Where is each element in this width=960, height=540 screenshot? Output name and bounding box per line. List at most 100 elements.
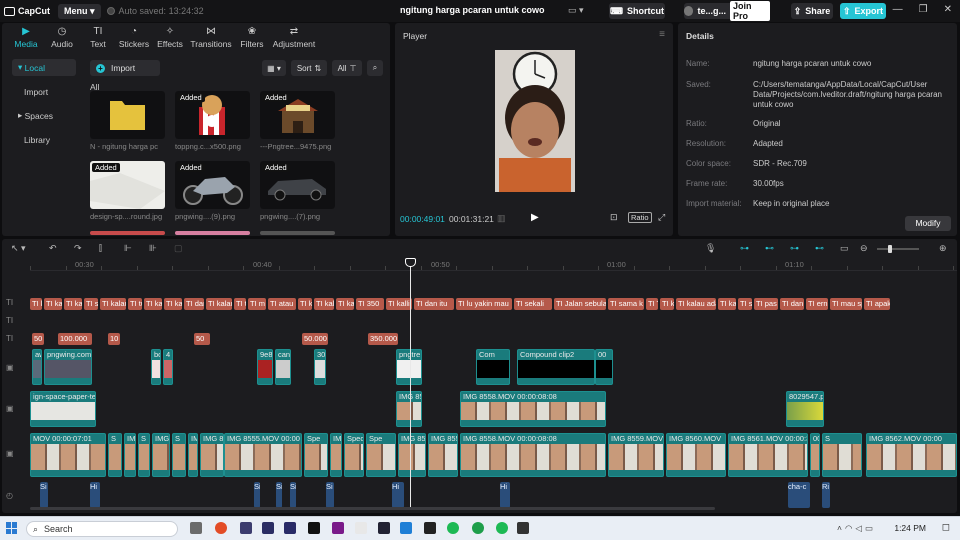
split-right-icon[interactable]: ⊪ bbox=[149, 243, 157, 254]
audio-clip[interactable]: Hi bbox=[90, 482, 100, 508]
after-effects-icon[interactable] bbox=[284, 522, 296, 534]
export-button[interactable]: ⇧ Export bbox=[840, 3, 886, 19]
video-clip[interactable]: 00:00 bbox=[810, 433, 820, 477]
video-clip[interactable]: IMG 8557 bbox=[398, 433, 426, 477]
telegram-icon[interactable] bbox=[400, 522, 412, 534]
text-clip[interactable]: TI sekali bbox=[514, 298, 552, 310]
text-clip[interactable]: TI 350 bbox=[356, 298, 384, 310]
taskbar-search[interactable]: ⌕ Search bbox=[26, 521, 178, 537]
text-clip[interactable]: 100.000 bbox=[58, 333, 92, 345]
tab-transitions[interactable]: ⋈ Transitions bbox=[188, 23, 234, 51]
modify-button[interactable]: Modify bbox=[905, 216, 951, 231]
audio-clip[interactable]: Hi bbox=[500, 482, 510, 508]
video-clip[interactable]: MOV 00:00:07:01 bbox=[30, 433, 106, 477]
video-clip[interactable]: 00 bbox=[595, 349, 613, 385]
chrome-icon[interactable] bbox=[215, 522, 227, 534]
linkage-icon[interactable]: ⊶ bbox=[790, 243, 799, 254]
minimize-icon[interactable]: — bbox=[893, 4, 903, 15]
text-clip[interactable]: TI dan bbox=[184, 298, 204, 310]
illustrator-icon[interactable] bbox=[332, 522, 344, 534]
playhead-line[interactable] bbox=[410, 262, 411, 507]
nav-library[interactable]: Library bbox=[12, 131, 76, 148]
maximize-icon[interactable]: ❐ bbox=[919, 4, 928, 15]
view-toggle[interactable]: ▦ ▾ bbox=[262, 60, 286, 76]
text-clip[interactable]: TI kal bbox=[660, 298, 674, 310]
tab-adjustment[interactable]: ⇄ Adjustment bbox=[270, 23, 318, 51]
layout-icon[interactable]: ▭ ▾ bbox=[568, 5, 584, 16]
tab-stickers[interactable]: ◔ Stickers bbox=[116, 23, 152, 51]
audio-clip[interactable]: Ri bbox=[822, 482, 830, 508]
battery-icon[interactable]: ▭ bbox=[865, 523, 876, 533]
whatsapp-icon[interactable] bbox=[472, 522, 484, 534]
text-clip[interactable]: TI lu yakin mau bbox=[456, 298, 512, 310]
video-clip[interactable]: pngwing.com bbox=[44, 349, 92, 385]
tab-audio[interactable]: ◷ Audio bbox=[44, 23, 80, 51]
zoom-slider[interactable] bbox=[877, 248, 919, 250]
video-clip[interactable]: ign-space-paper-te bbox=[30, 391, 96, 427]
premiere-icon[interactable] bbox=[308, 522, 320, 534]
audio-clip[interactable]: Si bbox=[254, 482, 260, 508]
shortcut-button[interactable]: ⌨ Shortcut bbox=[609, 3, 665, 19]
time-ruler[interactable]: 00:30 00:40 00:50 01:00 01:10 bbox=[30, 259, 957, 271]
video-clip[interactable]: IMG 8558.MOV 00:00:08:08 bbox=[460, 391, 606, 427]
volume-icon[interactable]: ◁ bbox=[855, 523, 865, 533]
spotify-icon[interactable] bbox=[447, 522, 459, 534]
text-clip[interactable]: TI tu bbox=[128, 298, 142, 310]
text-clip[interactable]: TI kal bbox=[718, 298, 736, 310]
video-clip[interactable]: IMG 8557 bbox=[428, 433, 458, 477]
windows-start-icon[interactable] bbox=[6, 522, 18, 534]
tab-media[interactable]: ▶ Media bbox=[8, 23, 44, 51]
text-clip[interactable]: TI kalau ada bbox=[676, 298, 716, 310]
text-clip[interactable]: TI T bbox=[646, 298, 658, 310]
text-clip[interactable]: 10 bbox=[108, 333, 120, 345]
share-button[interactable]: ⇪ Share bbox=[791, 3, 833, 19]
nav-local[interactable]: ▾ Local bbox=[12, 59, 76, 76]
video-clip[interactable]: IMG bbox=[188, 433, 198, 477]
media-thumbnail[interactable] bbox=[175, 231, 250, 235]
wifi-icon[interactable]: ◠ bbox=[845, 523, 855, 533]
media-thumbnail[interactable] bbox=[90, 91, 165, 139]
import-button[interactable]: + Import bbox=[90, 60, 160, 76]
video-clip[interactable]: Com bbox=[476, 349, 510, 385]
video-clip[interactable]: IMG bbox=[124, 433, 136, 477]
video-clip[interactable]: 9e8f bbox=[257, 349, 273, 385]
video-clip[interactable]: IMG 855 bbox=[396, 391, 422, 427]
video-clip[interactable]: Compound clip2 bbox=[517, 349, 595, 385]
text-clip[interactable]: 50.000 bbox=[302, 333, 328, 345]
video-clip[interactable]: IMG 8555.MOV bbox=[200, 433, 224, 477]
screen-icon[interactable]: ▭ bbox=[840, 243, 849, 254]
video-clip[interactable]: Spe bbox=[366, 433, 396, 477]
tab-effects[interactable]: ✧ Effects bbox=[152, 23, 188, 51]
zoom-slider-handle[interactable] bbox=[888, 245, 892, 253]
tab-text[interactable]: TI Text bbox=[80, 23, 116, 51]
video-clip[interactable]: pngtre bbox=[396, 349, 422, 385]
text-clip[interactable]: TI mau sp bbox=[830, 298, 862, 310]
video-clip[interactable]: can bbox=[275, 349, 291, 385]
video-clip[interactable]: 8029547.p bbox=[786, 391, 824, 427]
video-clip[interactable]: IMG bbox=[152, 433, 170, 477]
text-clip[interactable]: TI dan itu bbox=[414, 298, 454, 310]
zoom-in-icon[interactable]: ⊕ bbox=[939, 243, 947, 254]
text-clip[interactable]: TI ka bbox=[144, 298, 162, 310]
text-clip[interactable]: 50 bbox=[194, 333, 210, 345]
video-clip[interactable]: Spe bbox=[304, 433, 328, 477]
sort-button[interactable]: Sort ⇅ bbox=[291, 60, 327, 76]
fullscreen-icon[interactable]: ⤢ bbox=[658, 212, 665, 223]
video-clip[interactable]: IMG 8562.MOV 00:00 bbox=[866, 433, 957, 477]
video-clip[interactable]: 4 bbox=[163, 349, 173, 385]
menu-button[interactable]: Menu ▾ bbox=[58, 3, 101, 19]
text-clip[interactable]: TI Jalan sebula bbox=[554, 298, 606, 310]
nav-import[interactable]: Import bbox=[12, 83, 76, 100]
app-icon[interactable] bbox=[517, 522, 529, 534]
play-icon[interactable]: ▶ bbox=[531, 212, 539, 223]
text-clip[interactable]: TI m bbox=[248, 298, 266, 310]
microphone-icon[interactable]: 🎙 bbox=[705, 243, 716, 254]
spotify-alt-icon[interactable] bbox=[496, 522, 508, 534]
video-clip[interactable]: IMG bbox=[330, 433, 342, 477]
text-clip[interactable]: TI atau bbox=[268, 298, 296, 310]
text-clip[interactable]: TI ka bbox=[298, 298, 312, 310]
split-left-icon[interactable]: ⊩ bbox=[124, 243, 132, 254]
link-icon[interactable]: ⊶ bbox=[740, 243, 749, 254]
text-clip[interactable]: TI ern bbox=[806, 298, 828, 310]
text-clip[interactable]: TI sa bbox=[84, 298, 98, 310]
